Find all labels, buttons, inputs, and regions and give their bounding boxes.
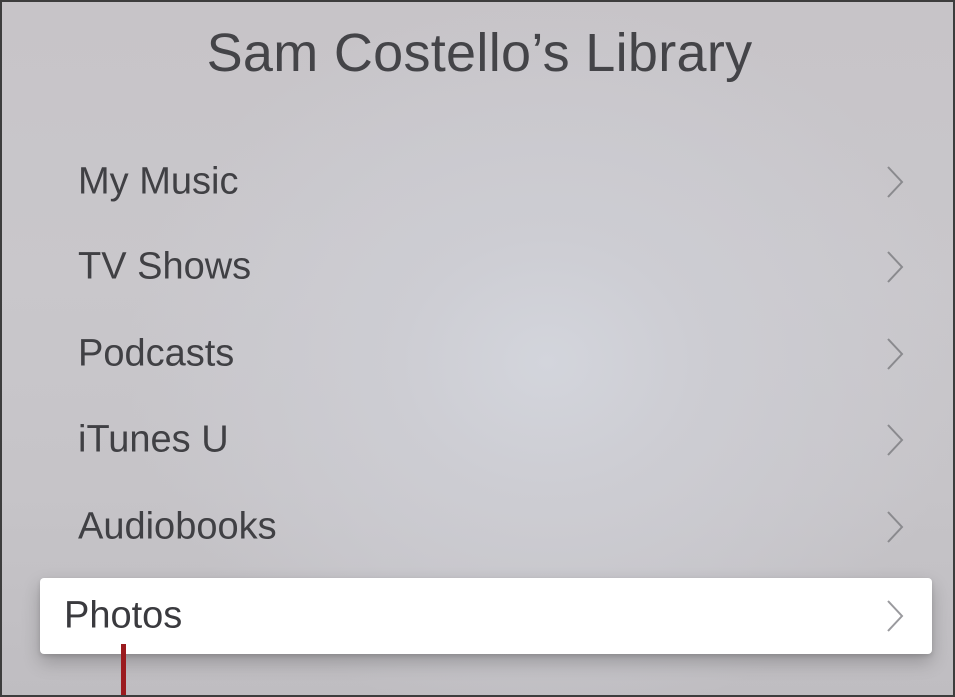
library-screen: Sam Costello’s Library My Music TV Shows… [0, 0, 955, 697]
menu-item-label: My Music [78, 160, 239, 203]
chevron-right-icon [887, 511, 904, 543]
menu-item-my-music[interactable]: My Music [40, 144, 932, 220]
menu-item-tv-shows[interactable]: TV Shows [40, 229, 932, 305]
menu-item-label: TV Shows [78, 245, 252, 288]
chevron-right-icon [887, 166, 904, 198]
menu-item-label: Audiobooks [78, 505, 277, 548]
menu-item-label: iTunes U [78, 418, 229, 461]
menu-item-photos[interactable]: Photos [40, 578, 932, 654]
chevron-right-icon [887, 424, 904, 456]
chevron-right-icon [887, 251, 904, 283]
menu-item-podcasts[interactable]: Podcasts [40, 316, 932, 392]
menu-item-audiobooks[interactable]: Audiobooks [40, 489, 932, 565]
annotation-pointer-line [121, 644, 126, 695]
chevron-right-icon [887, 600, 904, 632]
chevron-right-icon [887, 338, 904, 370]
menu-item-label: Podcasts [78, 332, 235, 375]
page-title: Sam Costello’s Library [206, 23, 753, 83]
menu-item-itunes-u[interactable]: iTunes U [40, 402, 932, 478]
menu-item-label: Photos [64, 594, 183, 637]
